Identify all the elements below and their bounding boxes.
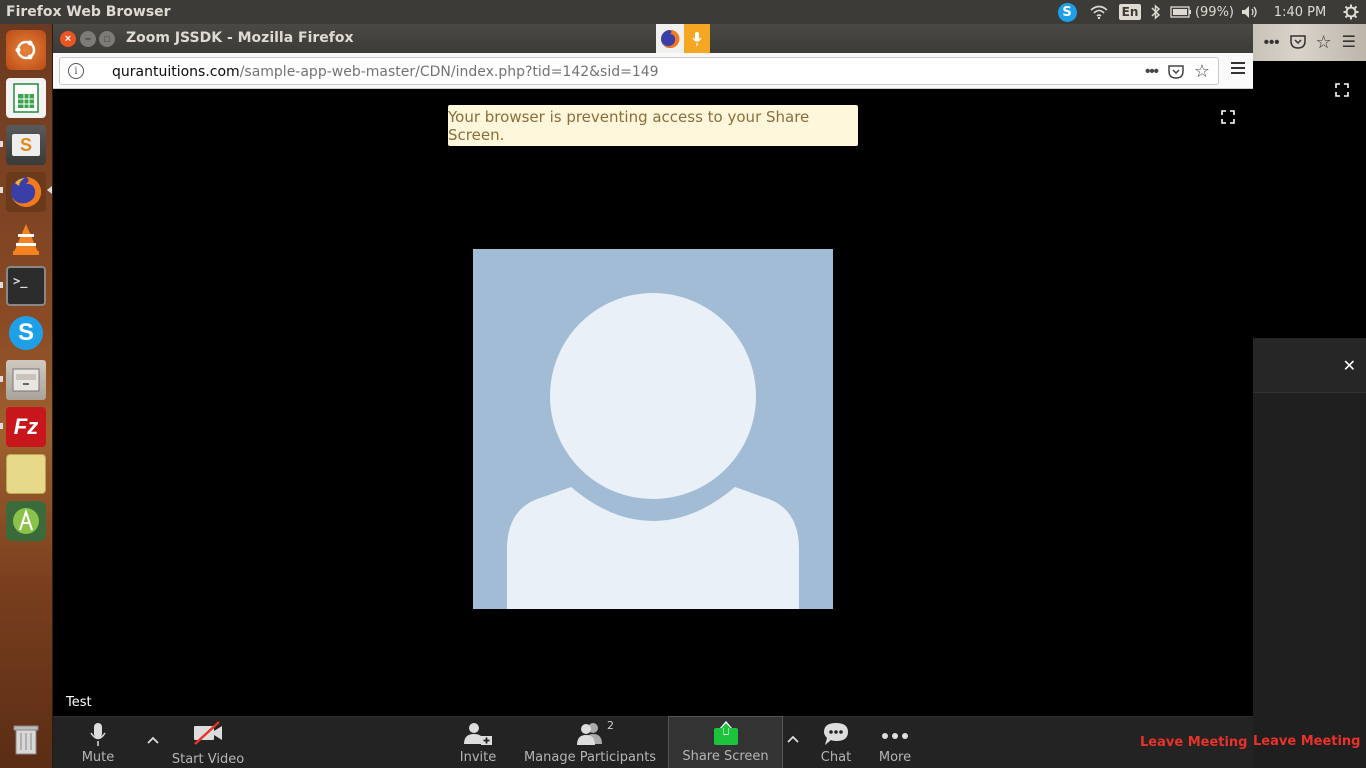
pocket-icon[interactable] — [1289, 35, 1306, 49]
window-title: Zoom JSSDK - Mozilla Firefox — [126, 30, 354, 46]
window-titlebar: × – □ Zoom JSSDK - Mozilla Firefox — [53, 24, 1253, 53]
vlc-icon[interactable] — [6, 219, 46, 259]
libreoffice-calc-icon[interactable] — [6, 78, 46, 118]
pocket-icon[interactable] — [1168, 64, 1184, 79]
wifi-icon[interactable] — [1082, 0, 1116, 24]
more-button[interactable]: More — [875, 717, 915, 768]
mute-button[interactable]: Mute — [73, 717, 123, 768]
url-path: /sample-app-web-master/CDN/index.php?tid… — [239, 64, 659, 80]
trash-icon[interactable] — [6, 719, 46, 759]
url-domain: qurantuitions.com — [112, 64, 240, 80]
skype-icon[interactable]: S — [6, 313, 46, 353]
launcher-active-marker — [47, 186, 52, 194]
window-maximize-button[interactable]: □ — [99, 31, 115, 47]
bookmark-star-icon[interactable]: ☆ — [1194, 61, 1210, 82]
active-app-title: Firefox Web Browser — [6, 4, 171, 20]
manage-participants-button[interactable]: 2 Manage Participants — [524, 717, 656, 768]
share-screen-icon — [713, 721, 738, 745]
menu-icon[interactable]: ☰ — [1342, 32, 1356, 52]
chevron-up-icon — [147, 736, 159, 744]
unity-launcher: S >_ S Fz — [0, 24, 53, 768]
side-panel-header: ✕ — [1253, 338, 1366, 393]
android-studio-icon[interactable] — [6, 501, 46, 541]
sharing-indicator[interactable] — [656, 24, 710, 53]
firefox-icon[interactable] — [6, 172, 46, 212]
invite-button[interactable]: Invite — [455, 717, 501, 768]
audio-options-caret[interactable] — [147, 731, 159, 747]
default-avatar-icon — [507, 291, 799, 609]
background-window-side-panel: ✕ — [1253, 338, 1366, 768]
page-actions-icon[interactable]: ••• — [1264, 34, 1280, 51]
fullscreen-icon[interactable] — [1335, 83, 1349, 97]
window-minimize-button[interactable]: – — [80, 31, 96, 47]
close-icon[interactable]: ✕ — [1343, 356, 1356, 376]
leave-meeting-button-background-window[interactable]: Leave Meeting — [1253, 734, 1361, 749]
chat-button[interactable]: Chat — [815, 717, 857, 768]
share-options-caret[interactable] — [787, 730, 799, 746]
filezilla-icon[interactable]: Fz — [6, 407, 46, 447]
launcher-pip — [0, 282, 3, 288]
terminal-icon[interactable]: >_ — [6, 266, 46, 306]
chevron-up-icon — [787, 735, 799, 743]
more-icon — [882, 733, 908, 739]
background-window-meeting — [1253, 61, 1366, 338]
share-screen-button[interactable]: Share Screen — [668, 716, 783, 768]
bluetooth-icon[interactable] — [1144, 0, 1168, 24]
battery-icon — [1170, 6, 1191, 18]
add-user-icon — [464, 723, 492, 745]
url-actions: ••• ☆ — [1145, 61, 1210, 82]
site-info-icon[interactable]: i — [68, 63, 84, 79]
start-video-button[interactable]: Start Video — [171, 717, 245, 768]
microphone-icon — [90, 723, 106, 746]
url-bar[interactable]: i qurantuitions.com/sample-app-web-maste… — [59, 57, 1219, 85]
participants-count: 2 — [607, 719, 614, 732]
leave-meeting-button[interactable]: Leave Meeting — [1140, 735, 1248, 750]
battery-indicator[interactable]: (99%) — [1168, 0, 1236, 24]
meeting-toolbar: Mute Start Video Invite 2 Manage Partici… — [53, 716, 1253, 768]
battery-percent: (99%) — [1194, 4, 1235, 20]
launcher-pip — [0, 187, 3, 193]
participant-name: Test — [66, 695, 92, 710]
firefox-sharing-icon[interactable] — [656, 24, 684, 53]
sublime-text-icon[interactable]: S — [6, 125, 46, 165]
clock[interactable]: 1:40 PM — [1264, 0, 1336, 24]
participant-avatar — [473, 249, 833, 609]
gear-icon[interactable] — [1336, 0, 1366, 24]
meeting-video-area: Your browser is preventing access to you… — [53, 89, 1253, 716]
window-close-button[interactable]: × — [60, 31, 76, 47]
url-text[interactable]: qurantuitions.com/sample-app-web-master/… — [112, 64, 659, 80]
top-panel: Firefox Web Browser S En (99%) 1:40 PM — [0, 0, 1366, 24]
menu-icon[interactable] — [1231, 62, 1245, 74]
navigation-bar: i qurantuitions.com/sample-app-web-maste… — [53, 53, 1253, 89]
indicator-area: S En (99%) 1:40 PM — [1052, 0, 1366, 24]
launcher-pip — [0, 376, 3, 382]
page-actions-icon[interactable]: ••• — [1145, 63, 1159, 80]
launcher-pip — [0, 141, 3, 147]
launcher-pip — [0, 423, 3, 429]
microphone-sharing-icon[interactable] — [684, 24, 710, 53]
share-screen-notice: Your browser is preventing access to you… — [448, 105, 858, 146]
volume-icon[interactable] — [1236, 0, 1264, 24]
skype-tray-icon[interactable]: S — [1052, 0, 1082, 24]
sticky-notes-icon[interactable] — [6, 454, 46, 494]
files-icon[interactable] — [6, 360, 46, 400]
background-window-toolbar: ••• ☆ ☰ — [1253, 28, 1366, 56]
ubuntu-dash-icon[interactable] — [6, 30, 46, 70]
chat-icon — [824, 723, 848, 745]
video-off-icon — [194, 721, 222, 745]
participants-icon — [577, 723, 602, 745]
bookmark-star-icon[interactable]: ☆ — [1316, 32, 1332, 53]
keyboard-layout-indicator[interactable]: En — [1116, 0, 1144, 24]
fullscreen-icon[interactable] — [1221, 110, 1235, 124]
